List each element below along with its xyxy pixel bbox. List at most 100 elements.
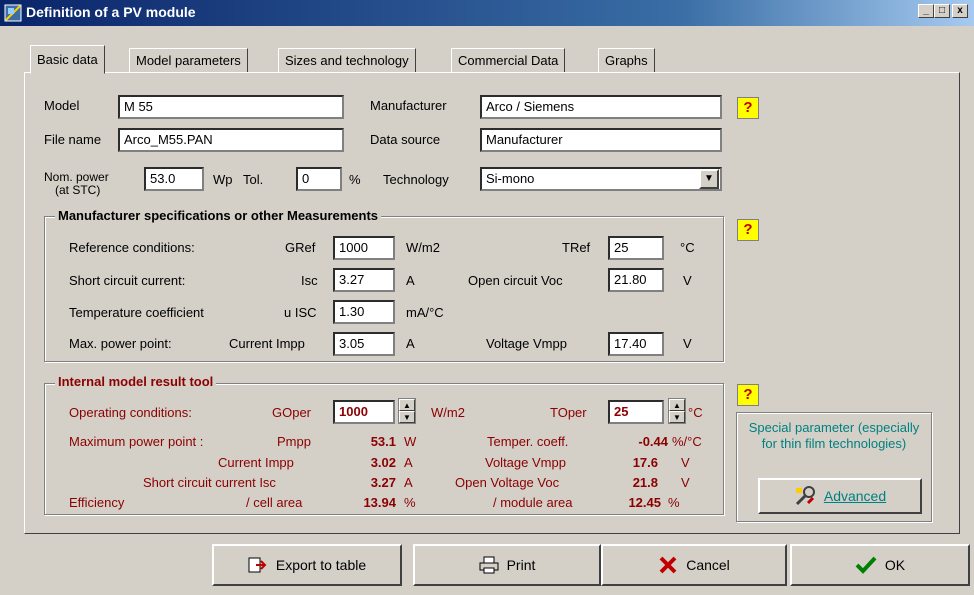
result-impp-label: Current Impp <box>218 455 294 470</box>
export-to-table-button[interactable]: Export to table <box>212 544 402 586</box>
tol-unit: % <box>349 172 361 187</box>
impp-unit: A <box>406 336 415 351</box>
specs-group-title: Manufacturer specifications or other Mea… <box>55 208 382 223</box>
voc-label: Open circuit Voc <box>468 273 563 288</box>
voc-input[interactable]: 21.80 <box>608 268 664 292</box>
technology-select[interactable]: Si-mono <box>480 167 722 191</box>
result-vmpp-value: 17.6 <box>632 455 658 470</box>
cell-efficiency-value: 13.94 <box>363 495 396 510</box>
print-button-label: Print <box>506 557 536 573</box>
temp-coeff-input[interactable]: 1.30 <box>333 300 395 324</box>
toper-unit: °C <box>688 405 703 420</box>
voc-unit: V <box>683 273 692 288</box>
result-vmpp-unit: V <box>681 455 690 470</box>
temper-coeff-unit: %/°C <box>672 434 702 449</box>
impp-input[interactable]: 3.05 <box>333 332 395 356</box>
tab-commercial-data[interactable]: Commercial Data <box>451 48 566 73</box>
gref-input[interactable]: 1000 <box>333 236 395 260</box>
result-voc-value: 21.8 <box>632 475 658 490</box>
cell-efficiency-unit: % <box>404 495 416 510</box>
cancel-button[interactable]: Cancel <box>601 544 787 586</box>
manufacturer-label: Manufacturer <box>370 98 447 113</box>
result-isc-label: Short circuit current Isc <box>143 475 276 490</box>
ok-button[interactable]: OK <box>790 544 970 586</box>
goper-unit: W/m2 <box>431 405 465 420</box>
temp-coeff-label: Temperature coefficient <box>69 305 204 320</box>
special-parameter-text: Special parameter (especially for thin f… <box>748 420 920 451</box>
chevron-down-icon[interactable]: ▼ <box>699 169 719 189</box>
gref-label: GRef <box>285 240 316 255</box>
data-source-input[interactable]: Manufacturer <box>480 128 722 152</box>
help-basic-icon[interactable]: ? <box>737 97 759 119</box>
isc-input[interactable]: 3.27 <box>333 268 395 292</box>
nom-power-input[interactable]: 53.0 <box>144 167 204 191</box>
tab-basic-data[interactable]: Basic data <box>30 45 105 74</box>
data-source-label: Data source <box>370 132 441 147</box>
isc-symbol: Isc <box>301 273 318 288</box>
technology-label: Technology <box>383 172 449 187</box>
advanced-button[interactable]: Advanced <box>758 478 922 514</box>
minimize-button[interactable]: _ <box>918 4 934 18</box>
tab-model-parameters[interactable]: Model parameters <box>129 48 248 73</box>
window-title: Definition of a PV module <box>26 4 196 20</box>
tab-graphs[interactable]: Graphs <box>598 48 655 73</box>
file-name-label: File name <box>44 132 102 147</box>
ref-conditions-label: Reference conditions: <box>69 240 195 255</box>
isc-unit: A <box>406 273 415 288</box>
advanced-tools-icon <box>795 486 815 506</box>
help-specs-icon[interactable]: ? <box>737 219 759 241</box>
result-voc-unit: V <box>681 475 690 490</box>
maximize-button[interactable]: □ <box>934 4 950 18</box>
temp-coeff-symbol: u ISC <box>284 305 317 320</box>
nom-power-label: Nom. power <box>44 170 109 184</box>
toper-input[interactable]: 25 <box>608 400 664 424</box>
temper-coeff-label: Temper. coeff. <box>487 434 569 449</box>
op-conditions-label: Operating conditions: <box>69 405 192 420</box>
result-isc-unit: A <box>404 475 413 490</box>
vmpp-label: Voltage Vmpp <box>486 336 567 351</box>
manufacturer-input[interactable]: Arco / Siemens <box>480 95 722 119</box>
goper-spinner[interactable]: ▲ ▼ <box>398 398 416 424</box>
result-impp-value: 3.02 <box>370 455 396 470</box>
cancel-button-label: Cancel <box>686 557 730 573</box>
result-voc-label: Open Voltage Voc <box>455 475 560 490</box>
tab-sizes-technology[interactable]: Sizes and technology <box>278 48 416 73</box>
help-tool-icon[interactable]: ? <box>737 384 759 406</box>
close-button[interactable]: x <box>952 4 968 18</box>
module-efficiency-unit: % <box>668 495 680 510</box>
isc-label: Short circuit current: <box>69 273 186 288</box>
result-isc-value: 3.27 <box>370 475 396 490</box>
tref-input[interactable]: 25 <box>608 236 664 260</box>
model-input[interactable]: M 55 <box>118 95 344 119</box>
tol-label: Tol. <box>243 172 264 187</box>
tol-input[interactable]: 0 <box>296 167 342 191</box>
max-power-point-label: Maximum power point : <box>69 434 204 449</box>
cell-area-label: / cell area <box>246 495 303 510</box>
nom-power-stc-label: (at STC) <box>55 183 101 197</box>
temp-coeff-unit: mA/°C <box>406 305 444 320</box>
app-icon <box>4 4 22 22</box>
mpp-label: Max. power point: <box>69 336 172 351</box>
model-label: Model <box>44 98 80 113</box>
pmpp-value: 53.1 <box>370 434 396 449</box>
result-vmpp-label: Voltage Vmpp <box>485 455 566 470</box>
file-name-input[interactable]: Arco_M55.PAN <box>118 128 344 152</box>
goper-input[interactable]: 1000 <box>333 400 395 424</box>
tref-label: TRef <box>562 240 591 255</box>
module-efficiency-value: 12.45 <box>628 495 661 510</box>
print-button[interactable]: Print <box>413 544 601 586</box>
vmpp-input[interactable]: 17.40 <box>608 332 664 356</box>
toper-spinner[interactable]: ▲ ▼ <box>668 398 686 424</box>
advanced-button-label: Advanced <box>823 488 887 504</box>
goper-label: GOper <box>272 405 312 420</box>
pmpp-label: Pmpp <box>277 434 311 449</box>
cancel-x-icon <box>659 556 677 574</box>
toper-label: TOper <box>550 405 587 420</box>
vmpp-unit: V <box>683 336 692 351</box>
export-icon <box>248 557 267 573</box>
gref-unit: W/m2 <box>406 240 440 255</box>
result-impp-unit: A <box>404 455 413 470</box>
nom-power-unit: Wp <box>213 172 233 187</box>
printer-icon <box>479 556 499 574</box>
ok-button-label: OK <box>884 557 906 573</box>
